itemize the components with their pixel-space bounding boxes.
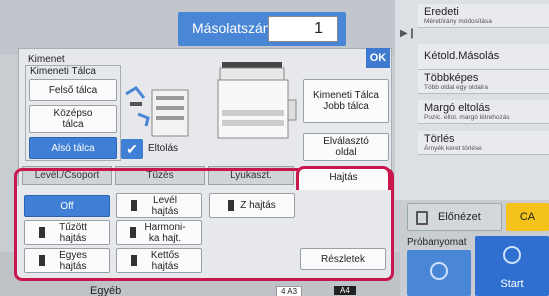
fold-z-label: Z hajtás <box>240 200 276 211</box>
fold-letter-button[interactable]: Levél hajtás <box>116 193 202 218</box>
rp-item-title: Eredeti <box>424 6 459 18</box>
copies-input[interactable]: 1 <box>268 16 338 42</box>
rp-item-sub: Méret/irány módosítása <box>424 18 492 25</box>
preview-icon <box>416 211 428 225</box>
start-label: Start <box>500 278 524 290</box>
tray-felso-button[interactable]: Felső tálca <box>29 79 117 101</box>
rp-item-sub: Árnyék keret törlése <box>424 145 482 152</box>
start-button[interactable]: Start <box>475 236 549 296</box>
fold-single-label: Egyes hajtás <box>59 249 87 272</box>
copies-label: Másolatszám <box>192 20 275 36</box>
single-fold-icon <box>39 255 45 266</box>
rp-item-eredeti[interactable]: Eredeti Méret/irány módosítása <box>418 4 549 28</box>
fold-off-button[interactable]: Off <box>24 195 110 217</box>
tray-kozepso-button[interactable]: Középso tálca <box>29 105 117 133</box>
letter-fold-icon <box>131 200 137 211</box>
rp-item-title: Törlés <box>424 133 455 145</box>
rp-item-margo-eltolas[interactable]: Margó eltolás Pozíc. eltol. margó létreh… <box>418 100 549 124</box>
separator-page-button[interactable]: Elválasztó oldal <box>303 133 389 161</box>
ca-button[interactable]: CA <box>506 203 549 231</box>
fold-z-button[interactable]: Z hajtás <box>209 193 295 218</box>
fold-double-label: Kettős hajtás <box>150 249 180 272</box>
start-diamond-icon <box>499 242 525 268</box>
fold-accordion-button[interactable]: Harmoni-ka hajt. <box>116 220 202 245</box>
fold-letter-label: Levél hajtás <box>151 194 179 217</box>
eltolas-label: Eltolás <box>148 143 179 154</box>
paper-indicator: 4 A3 <box>276 286 303 296</box>
tray-also-button[interactable]: Alsó tálca <box>29 137 117 159</box>
tray-output-illustration <box>125 86 189 137</box>
start-diamond-icon <box>426 258 452 284</box>
rp-item-title: Margó eltolás <box>424 102 491 114</box>
rp-item-sub: Pozíc. eltol. margó létrehozás <box>424 114 510 121</box>
rp-item-title: Kétold.Másolás <box>424 50 500 62</box>
fold-gate-label: Tűzött hajtás <box>59 221 87 244</box>
egyeb-label[interactable]: Egyéb <box>90 285 121 296</box>
fold-gate-button[interactable]: Tűzött hajtás <box>24 220 110 245</box>
preview-button[interactable]: Előnézet <box>407 203 502 231</box>
tab-hajtas[interactable]: Hajtás <box>296 166 391 190</box>
ok-button[interactable]: OK <box>366 48 390 68</box>
tab-hajtas-label: Hajtás <box>329 172 358 183</box>
z-fold-icon <box>228 200 235 211</box>
preview-label: Előnézet <box>438 211 481 223</box>
collapse-arrow-icon[interactable]: ▶❙ <box>400 28 416 39</box>
right-tray-button[interactable]: Kimeneti Tálca Jobb tálca <box>303 79 389 123</box>
rp-item-ketoldmasolas[interactable]: Kétold.Másolás <box>418 44 549 70</box>
proba-label: Próbanyomat <box>407 237 467 248</box>
fold-double-button[interactable]: Kettős hajtás <box>116 248 202 273</box>
dialog-title: Kimenet <box>28 54 65 65</box>
rp-item-title: Többképes <box>424 72 479 84</box>
accordion-fold-icon <box>130 227 136 238</box>
rp-item-sub: Több oldal egy oldalra <box>424 84 488 91</box>
fold-single-button[interactable]: Egyes hajtás <box>24 248 110 273</box>
copier-illustration <box>217 62 297 139</box>
double-fold-icon <box>131 255 137 266</box>
tray-group-label: Kimeneti Tálca <box>30 66 96 77</box>
paper-a4-indicator: A4 <box>334 286 356 295</box>
rp-item-tobbkepes[interactable]: Többképes Több oldal egy oldalra <box>418 70 549 94</box>
rp-item-torles[interactable]: Törlés Árnyék keret törlése <box>418 131 549 155</box>
details-button[interactable]: Részletek <box>300 248 386 270</box>
gate-fold-icon <box>39 227 45 238</box>
proof-copy-button[interactable] <box>407 250 471 296</box>
eltolas-checkbox[interactable]: ✔ <box>121 139 143 159</box>
fold-accordion-label: Harmoni-ka hajt. <box>144 221 186 244</box>
